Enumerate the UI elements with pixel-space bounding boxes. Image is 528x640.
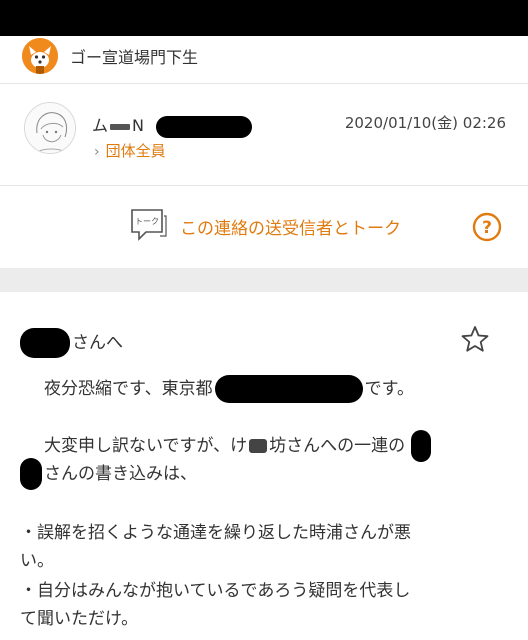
redaction <box>110 123 131 130</box>
help-icon[interactable]: ? <box>472 212 502 242</box>
salutation-suffix: さんへ <box>72 333 123 353</box>
redaction <box>20 458 42 490</box>
recipient-label: 団体全員 <box>105 142 166 160</box>
talk-icon-text: トーク <box>135 217 159 226</box>
message-text: 大変申し訳ないですが、け <box>44 436 248 456</box>
talk-row[interactable]: トーク この連絡の送受信者とトーク ? <box>0 186 528 268</box>
status-bar <box>0 0 528 36</box>
redaction <box>249 439 268 453</box>
message-line: て聞いただけ。 <box>20 609 139 629</box>
message-text: です。 <box>364 379 414 399</box>
message-body: さんへ 夜分恐縮です、東京都 です。 大変申し訳ないですが、け 坊さんへの一連の さ… <box>0 292 528 640</box>
section-divider <box>0 268 528 292</box>
chevron-right-icon: › <box>94 144 100 160</box>
redaction <box>155 115 252 138</box>
redaction <box>411 430 432 462</box>
message-line: さんの書き込みは、 <box>20 458 197 490</box>
message-line: ・誤解を招くような通達を繰り返した時浦さんが悪 <box>20 523 411 543</box>
talk-bubble-icon: トーク <box>130 208 168 242</box>
group-header[interactable]: ゴー宣道場門下生 <box>0 36 528 84</box>
message-header: ムN 2020/01/10(金) 02:26 › 団体全員 <box>0 84 528 186</box>
salutation: さんへ <box>20 328 123 358</box>
message-line: い。 <box>20 551 54 571</box>
message-line: ・自分はみんなが抱いているであろう疑問を代表し <box>20 581 411 601</box>
person-sketch-avatar[interactable] <box>24 102 76 154</box>
message-text: 夜分恐縮です、東京都 <box>44 379 213 399</box>
redaction <box>20 328 70 358</box>
message-line: 夜分恐縮です、東京都 です。 <box>44 374 414 403</box>
sender-name-prefix: ム <box>92 116 109 135</box>
svg-text:?: ? <box>482 218 492 238</box>
recipient-link[interactable]: › 団体全員 <box>94 140 166 161</box>
sender-name: ムN <box>92 112 252 138</box>
redaction <box>214 375 363 403</box>
message-text: 坊さんへの一連の <box>269 436 406 456</box>
group-name[interactable]: ゴー宣道場門下生 <box>70 44 198 68</box>
sender-name-suffix: N <box>132 116 144 135</box>
talk-link[interactable]: この連絡の送受信者とトーク <box>180 214 401 239</box>
message-text: さんの書き込みは、 <box>44 464 197 484</box>
message-date: 2020/01/10(金) 02:26 <box>344 114 506 132</box>
fox-avatar-icon <box>22 38 58 74</box>
star-icon[interactable] <box>460 324 490 354</box>
